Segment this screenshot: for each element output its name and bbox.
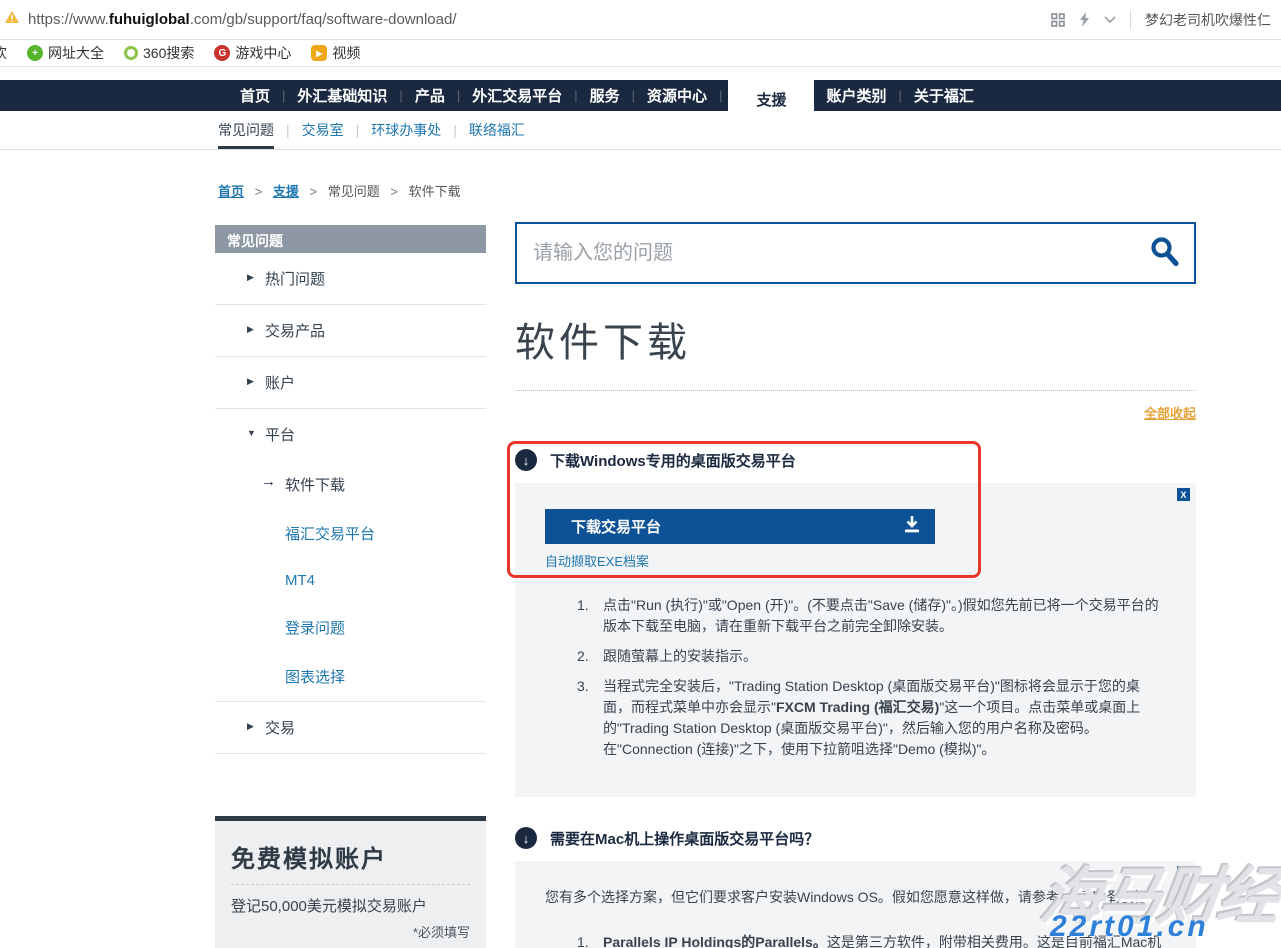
nav-products[interactable]: 产品 [403, 85, 457, 106]
nav-resources[interactable]: 资源中心 [635, 85, 719, 106]
sidebar-child-chart-options[interactable]: 图表选择 [215, 652, 486, 701]
collapsed-triangle-icon: ▶ [247, 324, 254, 335]
browser-window: https://www.fuhuiglobal.com/gb/support/f… [0, 0, 1281, 948]
main-navigation: 首页 | 外汇基础知识 | 产品 | 外汇交易平台 | 服务 | 资源中心 | … [0, 80, 1281, 111]
download-icon [903, 516, 921, 537]
security-warning-icon[interactable] [4, 10, 20, 29]
search-input[interactable] [533, 242, 1148, 265]
sidebar-child-trading-station[interactable]: 福汇交易平台 [215, 509, 486, 558]
lightning-icon[interactable] [1079, 12, 1090, 27]
nav-forex-basics[interactable]: 外汇基础知识 [285, 85, 399, 106]
sidebar-item-trading-products[interactable]: ▶ 交易产品 [215, 305, 486, 357]
breadcrumb-current: 软件下载 [409, 184, 461, 199]
nav-services[interactable]: 服务 [578, 85, 632, 106]
nav-site-icon: + [27, 45, 43, 61]
faq1-steps: 1. 点击"Run (执行)"或"Open (开)"。(不要点击"Save (储… [577, 595, 1166, 760]
faq-content: 软件下载 全部收起 ↓ 下载Windows专用的桌面版交易平台 X 下载交易平台… [515, 222, 1196, 948]
bookmark-wangzhidaquan[interactable]: + 网址大全 [27, 43, 104, 63]
demo-form-subtitle: 登记50,000美元模拟交易账户 [231, 895, 470, 916]
expanded-triangle-icon: ▼ [247, 428, 256, 438]
subnav-global-offices[interactable]: 环球办事处 [371, 111, 441, 149]
faq1-panel: X 下载交易平台 自动撷取EXE档案 1. 点击"Run (执行)"或"Open… [515, 483, 1196, 797]
sidebar-item-platform-expanded[interactable]: ▼ 平台 [215, 409, 486, 460]
faq1-title: 下载Windows专用的桌面版交易平台 [550, 450, 796, 471]
faq1-header[interactable]: ↓ 下载Windows专用的桌面版交易平台 [515, 449, 1196, 471]
bookmark-partial[interactable]: 欢 [0, 43, 7, 63]
sidebar-child-login-issues[interactable]: 登录问题 [215, 603, 486, 652]
bookmarks-bar: 欢 + 网址大全 360搜索 G 游戏中心 ▶ 视频 [0, 40, 1281, 67]
exe-file-link[interactable]: 自动撷取EXE档案 [545, 551, 649, 570]
sidebar-item-trading[interactable]: ▶ 交易 [215, 702, 486, 754]
browser-extension-text[interactable]: 梦幻老司机吹爆性仁 [1145, 10, 1271, 30]
collapse-all-link[interactable]: 全部收起 [1144, 406, 1196, 421]
sidebar-child-mt4[interactable]: MT4 [215, 558, 486, 603]
step-item: 1. 点击"Run (执行)"或"Open (开)"。(不要点击"Save (储… [577, 595, 1166, 637]
nav-support-active[interactable]: 支援 [728, 80, 814, 119]
bookmark-360search[interactable]: 360搜索 [124, 43, 194, 63]
faq2-title: 需要在Mac机上操作桌面版交易平台吗？ [550, 828, 819, 849]
ring-icon [124, 46, 138, 60]
download-arrow-icon: ↓ [515, 827, 537, 849]
subnav-trading-room[interactable]: 交易室 [302, 111, 344, 149]
bookmark-video[interactable]: ▶ 视频 [311, 43, 360, 63]
nav-home[interactable]: 首页 [228, 85, 282, 106]
subnav-contact[interactable]: 联络福汇 [469, 111, 525, 149]
breadcrumb-support[interactable]: 支援 [273, 184, 299, 199]
search-icon[interactable] [1148, 235, 1180, 272]
collapsed-triangle-icon: ▶ [247, 721, 254, 732]
dotted-divider [515, 390, 1196, 391]
nav-about-fxcm[interactable]: 关于福汇 [902, 85, 986, 106]
close-icon[interactable]: X [1177, 488, 1190, 501]
question-search-box [515, 222, 1196, 284]
free-demo-account-form: 免费模拟账户 登记50,000美元模拟交易账户 *必须填写 [215, 816, 486, 948]
breadcrumb: 首页 > 支援 > 常见问题 > 软件下载 [218, 181, 461, 200]
demo-form-title: 免费模拟账户 [231, 835, 470, 884]
download-arrow-icon: ↓ [515, 449, 537, 471]
sidebar-child-software-download-active[interactable]: → 软件下载 [215, 460, 486, 509]
page-title: 软件下载 [515, 310, 1196, 368]
toolbar-divider [1130, 10, 1131, 30]
download-platform-button[interactable]: 下载交易平台 [545, 509, 935, 544]
breadcrumb-faq: 常见问题 [328, 184, 380, 199]
address-url[interactable]: https://www.fuhuiglobal.com/gb/support/f… [28, 11, 457, 28]
collapsed-triangle-icon: ▶ [247, 272, 254, 283]
sidebar-header: 常见问题 [215, 225, 486, 253]
sidebar-item-account[interactable]: ▶ 账户 [215, 357, 486, 409]
watermark-url: 22rt01.cn [1050, 910, 1209, 944]
breadcrumb-home[interactable]: 首页 [218, 184, 244, 199]
video-icon: ▶ [311, 45, 327, 61]
bookmark-game-center[interactable]: G 游戏中心 [214, 43, 291, 63]
collapsed-triangle-icon: ▶ [247, 376, 254, 387]
qr-code-icon[interactable] [1051, 13, 1065, 27]
url-bar: https://www.fuhuiglobal.com/gb/support/f… [0, 0, 1281, 40]
dashed-divider [231, 884, 470, 885]
sidebar-item-hot-questions[interactable]: ▶ 热门问题 [215, 253, 486, 305]
subnav-faq[interactable]: 常见问题 [218, 111, 274, 149]
chevron-down-icon[interactable] [1104, 16, 1116, 24]
nav-trading-platforms[interactable]: 外汇交易平台 [460, 85, 574, 106]
step-item: 2. 跟随萤幕上的安装指示。 [577, 646, 1166, 667]
faq-sidebar: 常见问题 ▶ 热门问题 ▶ 交易产品 ▶ 账户 ▼ 平台 → 软件下载 福汇交易… [215, 225, 486, 948]
required-note: *必须填写 [231, 922, 470, 941]
sub-navigation: 常见问题 | 交易室 | 环球办事处 | 联络福汇 [0, 111, 1281, 150]
nav-account-types[interactable]: 账户类别 [814, 85, 898, 106]
game-icon: G [214, 45, 230, 61]
active-arrow-icon: → [261, 473, 276, 490]
step-item: 3. 当程式完全安装后，"Trading Station Desktop (桌面… [577, 676, 1166, 760]
